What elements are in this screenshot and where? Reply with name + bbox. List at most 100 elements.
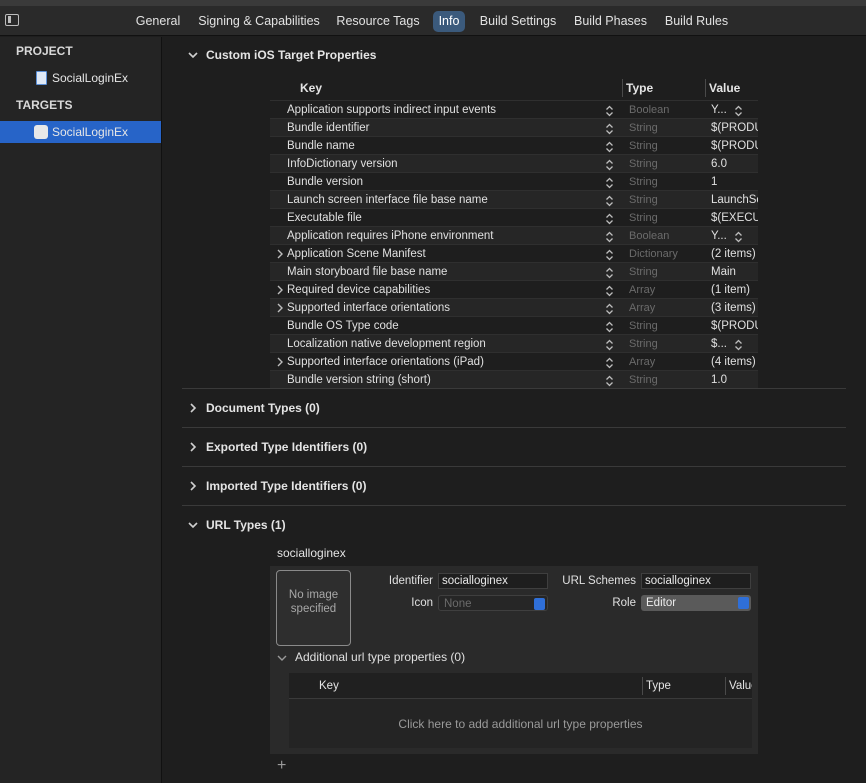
property-value[interactable]: 1 bbox=[711, 173, 758, 191]
property-key[interactable]: InfoDictionary version bbox=[287, 155, 398, 173]
chevron-right-icon[interactable] bbox=[188, 481, 198, 491]
property-type[interactable]: String bbox=[629, 371, 658, 389]
value-stepper-icon[interactable] bbox=[734, 104, 743, 117]
tab-build-phases[interactable]: Build Phases bbox=[572, 11, 649, 32]
property-type[interactable]: String bbox=[629, 119, 658, 137]
add-property-hint[interactable]: Click here to add additional url type pr… bbox=[289, 717, 752, 731]
type-stepper-icon[interactable] bbox=[605, 284, 614, 297]
section-title-document-types[interactable]: Document Types (0) bbox=[206, 401, 320, 415]
chevron-right-icon[interactable] bbox=[188, 442, 198, 452]
type-stepper-icon[interactable] bbox=[605, 302, 614, 315]
tab-signing-capabilities[interactable]: Signing & Capabilities bbox=[196, 11, 322, 32]
property-value[interactable]: 6.0 bbox=[711, 155, 758, 173]
tab-info[interactable]: Info bbox=[433, 11, 465, 32]
identifier-field[interactable] bbox=[438, 573, 548, 589]
section-title-url-types[interactable]: URL Types (1) bbox=[206, 518, 286, 532]
property-key[interactable]: Application Scene Manifest bbox=[287, 245, 426, 263]
icon-popup[interactable]: None bbox=[438, 595, 548, 611]
property-type[interactable]: String bbox=[629, 335, 658, 353]
type-stepper-icon[interactable] bbox=[605, 158, 614, 171]
property-value[interactable]: (2 items) bbox=[711, 245, 758, 263]
tab-resource-tags[interactable]: Resource Tags bbox=[334, 11, 422, 32]
property-value[interactable]: LaunchScreen bbox=[711, 191, 758, 209]
property-type[interactable]: Array bbox=[629, 299, 655, 317]
table-row[interactable]: Bundle name String $(PRODUCT_NAME) bbox=[270, 136, 758, 154]
property-type[interactable]: String bbox=[629, 317, 658, 335]
column-key[interactable]: Key bbox=[300, 81, 322, 95]
type-stepper-icon[interactable] bbox=[605, 122, 614, 135]
type-stepper-icon[interactable] bbox=[605, 374, 614, 387]
property-key[interactable]: Application requires iPhone environment bbox=[287, 227, 493, 245]
property-key[interactable]: Bundle version bbox=[287, 173, 363, 191]
type-stepper-icon[interactable] bbox=[605, 356, 614, 369]
table-row[interactable]: Bundle version String 1 bbox=[270, 172, 758, 190]
table-row[interactable]: Application requires iPhone environment B… bbox=[270, 226, 758, 244]
property-type[interactable]: String bbox=[629, 173, 658, 191]
url-type-image-well[interactable]: No image specified bbox=[276, 570, 351, 646]
table-row[interactable]: Application Scene Manifest Dictionary (2 i… bbox=[270, 244, 758, 262]
table-row[interactable]: Application supports indirect input even… bbox=[270, 100, 758, 118]
column-type[interactable]: Type bbox=[646, 680, 671, 692]
property-key[interactable]: Bundle OS Type code bbox=[287, 317, 399, 335]
table-row[interactable]: InfoDictionary version String 6.0 bbox=[270, 154, 758, 172]
column-type[interactable]: Type bbox=[626, 81, 653, 95]
type-stepper-icon[interactable] bbox=[605, 194, 614, 207]
property-key[interactable]: Supported interface orientations bbox=[287, 299, 450, 317]
table-row[interactable]: Localization native development region St… bbox=[270, 334, 758, 352]
type-stepper-icon[interactable] bbox=[605, 140, 614, 153]
type-stepper-icon[interactable] bbox=[605, 266, 614, 279]
column-key[interactable]: Key bbox=[319, 680, 339, 692]
column-value[interactable]: Value bbox=[709, 81, 740, 95]
chevron-right-icon[interactable] bbox=[188, 403, 198, 413]
sidebar-item-target[interactable]: SocialLoginEx bbox=[0, 121, 161, 143]
property-key[interactable]: Executable file bbox=[287, 209, 362, 227]
table-row[interactable]: Supported interface orientations (iPad) A… bbox=[270, 352, 758, 370]
disclosure-triangle-icon[interactable] bbox=[276, 285, 284, 295]
property-type[interactable]: String bbox=[629, 263, 658, 281]
property-value[interactable]: $(PRODUCT_NAME) bbox=[711, 137, 758, 155]
disclosure-triangle-icon[interactable] bbox=[276, 357, 284, 367]
type-stepper-icon[interactable] bbox=[605, 212, 614, 225]
property-key[interactable]: Application supports indirect input even… bbox=[287, 101, 496, 119]
type-stepper-icon[interactable] bbox=[605, 104, 614, 117]
type-stepper-icon[interactable] bbox=[605, 248, 614, 261]
tab-build-settings[interactable]: Build Settings bbox=[476, 11, 560, 32]
section-title-exported-types[interactable]: Exported Type Identifiers (0) bbox=[206, 440, 367, 454]
type-stepper-icon[interactable] bbox=[605, 230, 614, 243]
property-type[interactable]: String bbox=[629, 191, 658, 209]
value-stepper-icon[interactable] bbox=[734, 230, 743, 243]
property-value[interactable]: Main bbox=[711, 263, 758, 281]
property-key[interactable]: Supported interface orientations (iPad) bbox=[287, 353, 484, 371]
value-stepper-icon[interactable] bbox=[734, 338, 743, 351]
property-key[interactable]: Main storyboard file base name bbox=[287, 263, 447, 281]
url-schemes-field[interactable] bbox=[641, 573, 751, 589]
tab-build-rules[interactable]: Build Rules bbox=[662, 11, 731, 32]
property-key[interactable]: Bundle name bbox=[287, 137, 355, 155]
chevron-down-icon[interactable] bbox=[277, 653, 287, 663]
table-row[interactable]: Launch screen interface file base name St… bbox=[270, 190, 758, 208]
property-value[interactable]: (4 items) bbox=[711, 353, 758, 371]
table-row[interactable]: Bundle identifier String $(PRODUCT_BUNDLE_… bbox=[270, 118, 758, 136]
property-type[interactable]: String bbox=[629, 137, 658, 155]
table-row[interactable]: Executable file String $(EXECUTABLE_NAME) bbox=[270, 208, 758, 226]
table-row[interactable]: Supported interface orientations Array (3 … bbox=[270, 298, 758, 316]
property-type[interactable]: Array bbox=[629, 281, 655, 299]
additional-properties-title[interactable]: Additional url type properties (0) bbox=[295, 650, 465, 664]
property-value[interactable]: $(PRODUCT_BUNDLE_IDENTIFIER) bbox=[711, 119, 758, 137]
section-title-imported-types[interactable]: Imported Type Identifiers (0) bbox=[206, 479, 366, 493]
property-value[interactable]: $(PRODUCT_BUNDLE_PACKAGE_TYPE) bbox=[711, 317, 758, 335]
role-popup[interactable]: Editor bbox=[641, 595, 751, 611]
property-key[interactable]: Bundle identifier bbox=[287, 119, 369, 137]
add-url-type-button[interactable]: + bbox=[277, 757, 286, 775]
property-type[interactable]: String bbox=[629, 155, 658, 173]
table-row[interactable]: Main storyboard file base name String Main bbox=[270, 262, 758, 280]
property-key[interactable]: Localization native development region bbox=[287, 335, 486, 353]
property-key[interactable]: Bundle version string (short) bbox=[287, 371, 431, 389]
property-value[interactable]: 1.0 bbox=[711, 371, 758, 389]
property-type[interactable]: Array bbox=[629, 353, 655, 371]
chevron-down-icon[interactable] bbox=[188, 50, 198, 60]
table-row[interactable]: Bundle OS Type code String $(PRODUCT_BUNDL… bbox=[270, 316, 758, 334]
tab-general[interactable]: General bbox=[131, 11, 185, 32]
property-key[interactable]: Launch screen interface file base name bbox=[287, 191, 488, 209]
property-type[interactable]: String bbox=[629, 209, 658, 227]
